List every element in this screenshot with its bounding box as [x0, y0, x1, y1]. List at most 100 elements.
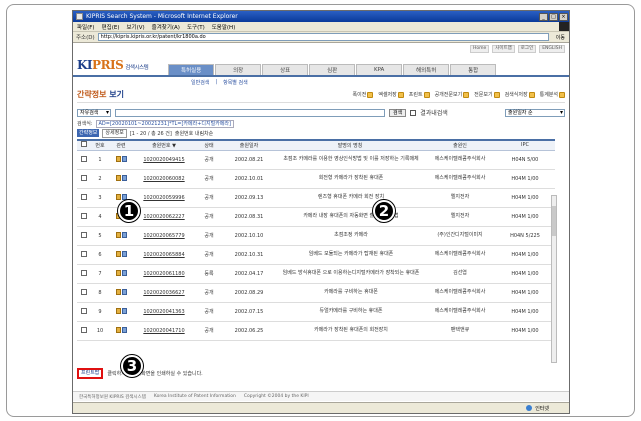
row-applicant: 에스케이텔레콤주식회사 — [425, 169, 495, 189]
row-related[interactable] — [109, 150, 133, 170]
refine-checkbox[interactable] — [410, 109, 417, 116]
tab-trademark[interactable]: 상표 — [262, 64, 309, 75]
row-checkbox[interactable] — [77, 321, 91, 341]
row-app-number[interactable]: 1020020059996 — [133, 188, 195, 208]
row-title[interactable]: 초점조정 카메라 — [275, 226, 425, 246]
scroll-thumb[interactable] — [552, 206, 556, 236]
row-app-number[interactable]: 1020020061180 — [133, 264, 195, 284]
row-applicant: 엘지전자 — [425, 207, 495, 227]
tool-stats[interactable]: 통계분석 — [540, 91, 565, 98]
col-related: 관련 — [109, 139, 133, 151]
title-bar: KIPRIS Search System - Microsoft Interne… — [73, 11, 569, 22]
row-app-number[interactable]: 1020020041363 — [133, 302, 195, 322]
row-checkbox[interactable] — [77, 302, 91, 322]
row-title[interactable]: 임베드 모듈되는 카메라가 탑재된 휴대폰 — [275, 245, 425, 265]
menu-help[interactable]: 도움말(H) — [212, 23, 236, 31]
menu-file[interactable]: 파일(F) — [77, 23, 95, 31]
row-app-number[interactable]: 1020020041710 — [133, 321, 195, 341]
prev-icon — [367, 91, 374, 98]
row-title[interactable]: 카메라가 장착된 휴대폰의 회전장치 — [275, 321, 425, 341]
row-checkbox[interactable] — [77, 188, 91, 208]
row-title[interactable]: 초점조 카메라를 이용한 영상인식방법 및 이를 저장하는 기록매체 — [275, 150, 425, 170]
subtab-field[interactable]: 항목별 검색 — [223, 79, 248, 86]
row-checkbox[interactable] — [77, 245, 91, 265]
row-title[interactable]: 임베드 방식휴대폰 으로 이용하는디지털카메라가 장착되는 휴대폰 — [275, 264, 425, 284]
row-status: 공개 — [195, 150, 223, 170]
link-login[interactable]: 로그인 — [517, 45, 537, 53]
kipris-logo[interactable]: KIPRIS 검색시스템 — [77, 58, 149, 75]
menu-tools[interactable]: 도구(T) — [187, 23, 205, 31]
zone-label: 인터넷 — [535, 405, 549, 412]
row-applicant: 팬택앤큐 — [425, 321, 495, 341]
menu-view[interactable]: 보기(V) — [126, 23, 144, 31]
tab-trial[interactable]: 심판 — [309, 64, 356, 75]
row-related[interactable] — [109, 283, 133, 303]
address-input[interactable]: http://kipris.kipris.or.kr/patent/kr1800… — [97, 33, 549, 41]
sort-select[interactable]: 출원일자 순 — [505, 108, 565, 117]
search-input[interactable] — [115, 108, 385, 117]
tab-foreign[interactable]: 해외특허 — [403, 64, 450, 75]
row-related[interactable] — [109, 245, 133, 265]
main-nav: KIPRIS 검색시스템 특허실용 의장 상표 심판 KPA 해외특허 통합 — [73, 53, 569, 77]
row-app-number[interactable]: 1020020062227 — [133, 207, 195, 227]
menu-favorites[interactable]: 즐겨찾기(A) — [152, 23, 180, 31]
tool-excel[interactable]: 엑셀저장 — [378, 91, 404, 98]
search-field-select[interactable]: 자유검색 — [77, 108, 111, 117]
tab-patent[interactable]: 특허실용 — [168, 64, 215, 75]
row-checkbox[interactable] — [77, 207, 91, 227]
row-applicant: 에스케이텔레콤주식회사 — [425, 302, 495, 322]
row-app-number[interactable]: 1020020036627 — [133, 283, 195, 303]
tab-design[interactable]: 의장 — [215, 64, 262, 75]
maximize-button[interactable]: □ — [549, 12, 558, 21]
menu-edit[interactable]: 편집(E) — [102, 23, 120, 31]
row-app-number[interactable]: 1020020060082 — [133, 169, 195, 189]
row-title[interactable]: 카메라를 구비하는 휴대폰 — [275, 283, 425, 303]
results-scrollbar[interactable] — [551, 195, 557, 363]
row-number: 1 — [91, 150, 109, 170]
search-button[interactable]: 검색 — [389, 108, 407, 117]
row-related[interactable] — [109, 321, 133, 341]
row-title[interactable]: 회전형 카메라가 장착된 휴대폰 — [275, 169, 425, 189]
go-button[interactable]: 이동 — [552, 34, 569, 41]
row-related[interactable] — [109, 264, 133, 284]
link-english[interactable]: ENGLISH — [539, 45, 565, 53]
row-app-number[interactable]: 1020020065884 — [133, 245, 195, 265]
row-checkbox[interactable] — [77, 169, 91, 189]
col-check[interactable] — [77, 139, 91, 151]
link-sitemap[interactable]: 사이트맵 — [492, 45, 515, 53]
row-ipc: H04N 5/00 — [495, 150, 555, 170]
tool-full[interactable]: 전문보기 — [474, 91, 500, 98]
query-text[interactable]: AD=[20020101~20021231]*TL=[카메라+디지털카메라] — [95, 119, 234, 128]
tool-pub-full[interactable]: 공개전문보기 — [435, 91, 470, 98]
view-detail[interactable]: 상세정보 — [102, 128, 127, 138]
view-brief[interactable]: 간략정보 — [77, 129, 100, 137]
row-title[interactable]: 카메라 내장 휴대폰의 자동화면 촬영 이용방법 — [275, 207, 425, 227]
tab-kpa[interactable]: KPA — [356, 64, 403, 75]
col-number: 번호 — [91, 139, 109, 151]
row-checkbox[interactable] — [77, 283, 91, 303]
row-checkbox[interactable] — [77, 226, 91, 246]
row-checkbox[interactable] — [77, 264, 91, 284]
row-app-number[interactable]: 1020020065779 — [133, 226, 195, 246]
col-app-number[interactable]: 출원번호 ▼ — [133, 139, 195, 151]
page-title: 간략정보 보기 — [77, 90, 124, 99]
minimize-button[interactable]: _ — [539, 12, 548, 21]
row-title[interactable]: 듀얼카메라를 구비하는 휴대폰 — [275, 302, 425, 322]
row-related[interactable] — [109, 169, 133, 189]
close-button[interactable]: × — [559, 12, 568, 21]
tool-print[interactable]: 프린트 — [409, 91, 430, 98]
tool-prev[interactable]: 폭이전 — [353, 91, 374, 98]
row-related[interactable] — [109, 302, 133, 322]
subtab-general[interactable]: 일반검색 — [191, 79, 209, 86]
row-checkbox[interactable] — [77, 150, 91, 170]
row-app-date: 2002.08.31 — [223, 207, 275, 227]
link-home[interactable]: Home — [469, 45, 490, 53]
tool-save-query[interactable]: 검색식저장 — [505, 91, 535, 98]
row-title[interactable]: 렌즈형 휴대폰 카메라 회전 장치 — [275, 188, 425, 208]
row-related[interactable] — [109, 226, 133, 246]
tab-integrated[interactable]: 통합 — [450, 64, 497, 75]
row-app-number[interactable]: 1020020049415 — [133, 150, 195, 170]
print-popup-button[interactable]: 프린트팝 — [77, 367, 104, 379]
row-applicant: 김선엽 — [425, 264, 495, 284]
row-ipc: H04M 1/00 — [495, 321, 555, 341]
